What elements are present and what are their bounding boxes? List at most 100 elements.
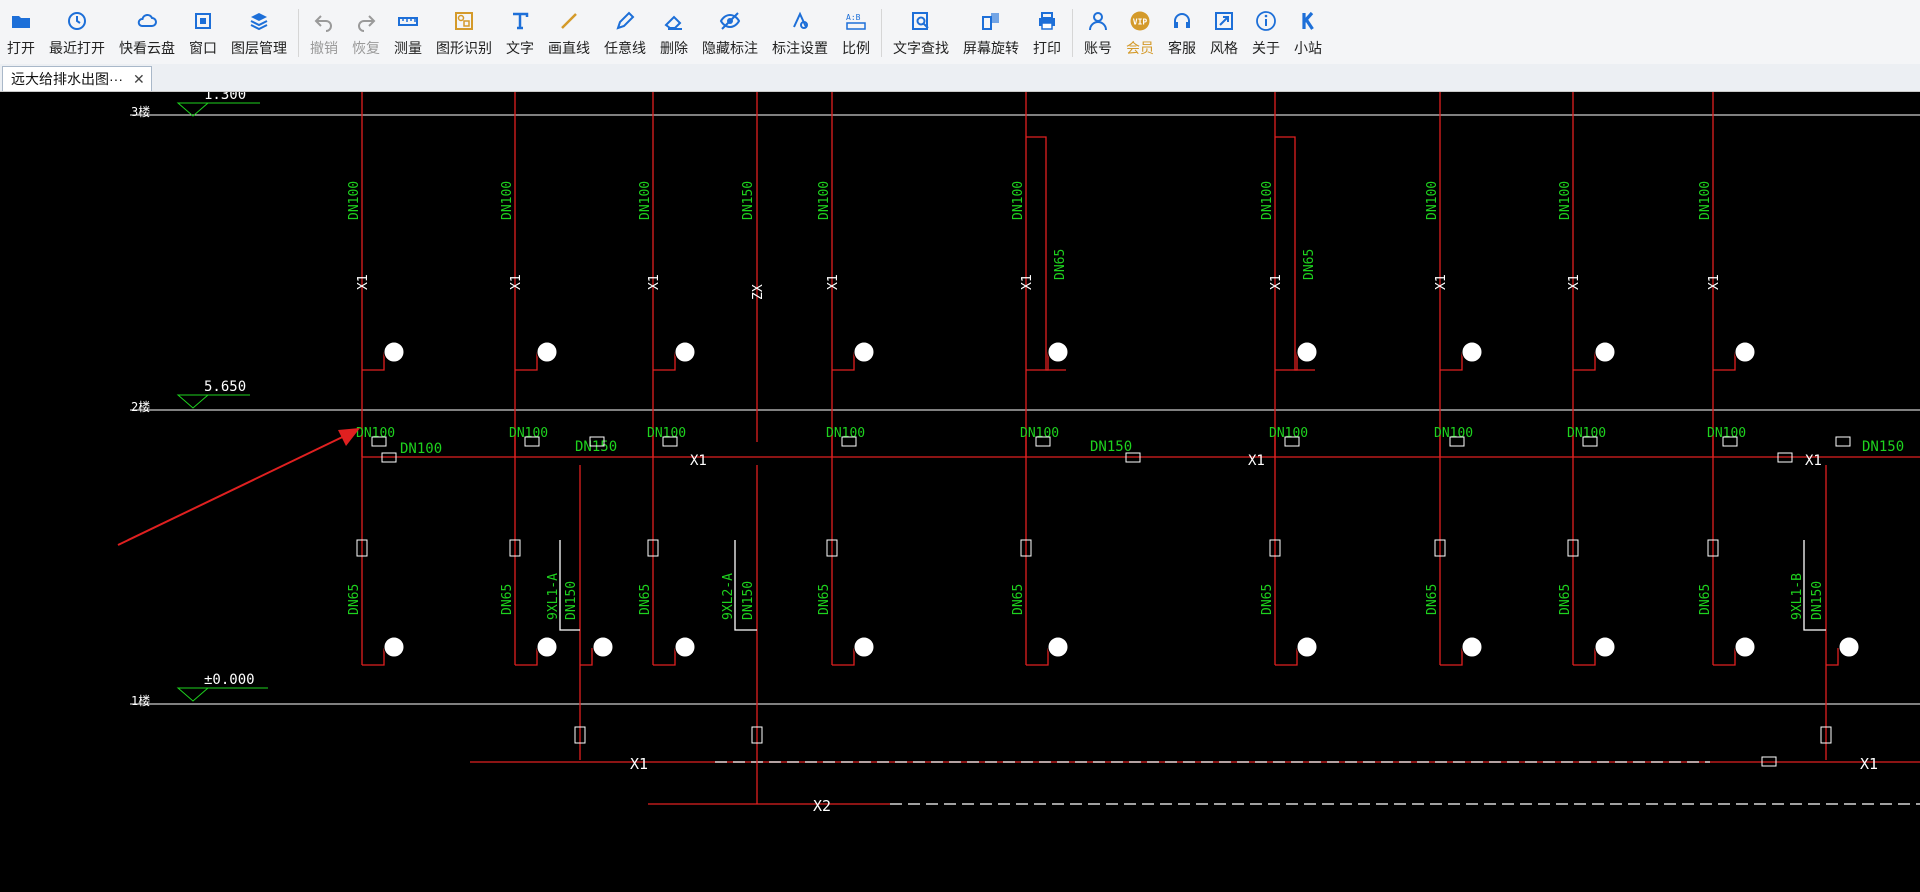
shape-recognize-button[interactable]: 图形识别 xyxy=(429,6,499,64)
branch-upper xyxy=(653,352,676,371)
toolbar-button-label: 文字 xyxy=(506,40,534,56)
document-tab-title: 远大给排水出图··· xyxy=(11,71,123,87)
branch-lower xyxy=(1573,648,1596,666)
rotate-screen-icon xyxy=(979,9,1003,33)
riser-lower-size-label: DN65 xyxy=(1698,584,1713,615)
sprinkler-head-symbol xyxy=(1461,636,1483,658)
ruler-button[interactable]: 测量 xyxy=(387,6,429,64)
window-button[interactable]: 窗口 xyxy=(182,6,224,64)
annotation-settings-button[interactable]: 标注设置 xyxy=(765,6,835,64)
scale-icon: A:B xyxy=(844,9,868,33)
svg-text:VIP: VIP xyxy=(1133,18,1148,27)
toolbar-button-label: 隐藏标注 xyxy=(702,40,758,56)
branch-lower xyxy=(832,648,855,666)
riser-code-label: X1 xyxy=(1269,274,1284,290)
clock-button[interactable]: 最近打开 xyxy=(42,6,112,64)
toolbar-button-label: 任意线 xyxy=(604,40,646,56)
undo-button[interactable]: 撤销 xyxy=(303,6,345,64)
branch-upper xyxy=(832,352,855,371)
branch-size-label: DN100 xyxy=(647,426,686,441)
eraser-button[interactable]: 删除 xyxy=(653,6,695,64)
pencil-icon xyxy=(613,9,637,33)
undo-icon xyxy=(312,9,336,33)
toolbar-button-label: 账号 xyxy=(1084,40,1112,56)
riser-lower-size-label: DN65 xyxy=(1558,584,1573,615)
pencil-button[interactable]: 任意线 xyxy=(597,6,653,64)
vip-button[interactable]: VIP 会员 xyxy=(1119,6,1161,64)
k-logo-button[interactable]: 小站 xyxy=(1287,6,1329,64)
sprinkler-head-symbol xyxy=(674,636,696,658)
vip-icon: VIP xyxy=(1128,9,1152,33)
sprinkler-head-symbol xyxy=(1734,341,1756,363)
supply-riser-size-label: DN150 xyxy=(741,581,756,620)
sprinkler-head-symbol xyxy=(1047,341,1069,363)
branch-size-label: DN100 xyxy=(826,426,865,441)
riser-code-label: X1 xyxy=(1020,274,1035,290)
printer-button[interactable]: 打印 xyxy=(1026,6,1068,64)
sprinkler-head-symbol xyxy=(536,341,558,363)
riser-upper-size-label: DN100 xyxy=(1011,181,1026,220)
toolbar-button-label: 图层管理 xyxy=(231,40,287,56)
branch-upper xyxy=(1026,352,1049,371)
text-icon xyxy=(508,9,532,33)
info-button[interactable]: 关于 xyxy=(1245,6,1287,64)
text-search-button[interactable]: 文字查找 xyxy=(886,6,956,64)
header-size-label: DN150 xyxy=(575,439,617,455)
close-icon[interactable]: ✕ xyxy=(133,71,145,88)
drawing-canvas[interactable]: 3楼 2楼 1楼 1.300 5.650 ±0.000 DN100 X1 DN65 DN100 DN… xyxy=(0,87,1920,887)
branch-upper xyxy=(1275,352,1298,371)
elevation-value-f2: 5.650 xyxy=(204,379,246,395)
riser-lower-size-label: DN65 xyxy=(1425,584,1440,615)
riser-upper-size-label: DN100 xyxy=(1698,181,1713,220)
redo-icon xyxy=(354,9,378,33)
text-button[interactable]: 文字 xyxy=(499,6,541,64)
sprinkler-head-symbol xyxy=(1594,636,1616,658)
riser-zx-size-label: DN150 xyxy=(741,181,756,220)
eye-hide-button[interactable]: 隐藏标注 xyxy=(695,6,765,64)
branch-upper xyxy=(515,352,538,371)
rotate-screen-button[interactable]: 屏幕旋转 xyxy=(956,6,1026,64)
offset-size-label: DN65 xyxy=(1053,249,1068,280)
sprinkler-head-symbol xyxy=(1047,636,1069,658)
supply-riser-size-label: DN150 xyxy=(1810,581,1825,620)
supply-riser-label: 9XL1-B xyxy=(1790,573,1805,620)
sprinkler-head-symbol xyxy=(1594,341,1616,363)
floor-label-f1: 1楼 xyxy=(131,693,150,708)
eraser-icon xyxy=(662,9,686,33)
line-button[interactable]: 画直线 xyxy=(541,6,597,64)
folder-open-button[interactable]: 打开 xyxy=(0,6,42,64)
document-tab-active[interactable]: 远大给排水出图··· ✕ xyxy=(2,66,152,91)
cloud-icon xyxy=(135,9,159,33)
layers-icon xyxy=(247,9,271,33)
style-button[interactable]: 风格 xyxy=(1203,6,1245,64)
branch-lower xyxy=(1713,648,1736,666)
folder-open-icon xyxy=(9,9,33,33)
floor-label-f3: 3楼 xyxy=(131,104,150,119)
layers-button[interactable]: 图层管理 xyxy=(224,6,294,64)
cloud-button[interactable]: 快看云盘 xyxy=(112,6,182,64)
user-button[interactable]: 账号 xyxy=(1077,6,1119,64)
branch-lower xyxy=(1026,648,1049,666)
branch-size-label: DN100 xyxy=(1434,426,1473,441)
document-tab-bar: 远大给排水出图··· ✕ xyxy=(0,64,1920,92)
toolbar-button-label: 最近打开 xyxy=(49,40,105,56)
riser-upper-size-label: DN100 xyxy=(817,181,832,220)
bottom-x1-label: X1 xyxy=(630,755,648,773)
redo-button[interactable]: 恢复 xyxy=(345,6,387,64)
toolbar-button-label: 窗口 xyxy=(189,40,217,56)
supply-riser-label: 9XL2-A xyxy=(721,573,736,620)
header-code-label: X1 xyxy=(1248,453,1265,469)
headset-button[interactable]: 客服 xyxy=(1161,6,1203,64)
style-icon xyxy=(1212,9,1236,33)
cad-drawing[interactable]: 3楼 2楼 1楼 1.300 5.650 ±0.000 DN100 X1 DN65 DN100 DN… xyxy=(0,87,1920,887)
printer-icon xyxy=(1035,9,1059,33)
sprinkler-head-symbol xyxy=(674,341,696,363)
scale-button[interactable]: A:B 比例 xyxy=(835,6,877,64)
branch-upper xyxy=(1440,352,1463,371)
toolbar-button-label: 恢复 xyxy=(352,40,380,56)
toolbar-button-label: 打印 xyxy=(1033,40,1061,56)
toolbar-button-label: 撤销 xyxy=(310,40,338,56)
toolbar-button-label: 文字查找 xyxy=(893,40,949,56)
toolbar-button-label: 小站 xyxy=(1294,40,1322,56)
toolbar-button-label: 风格 xyxy=(1210,40,1238,56)
